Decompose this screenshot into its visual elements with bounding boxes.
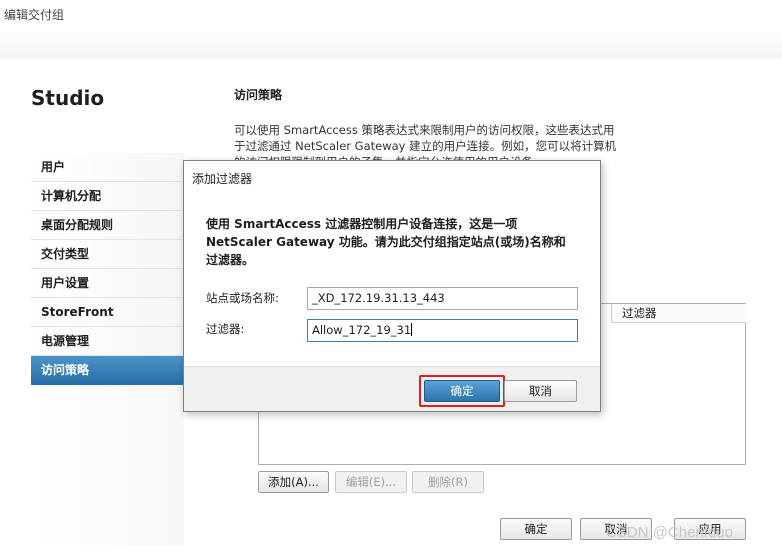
wizard-nav: 用户 计算机分配 桌面分配规则 交付类型 用户设置 StoreFront 电源管… (31, 153, 184, 385)
dialog-message: 使用 SmartAccess 过滤器控制用户设备连接，这是一项 NetScale… (206, 217, 566, 267)
watermark: CSDN @Chenfduo (606, 524, 733, 541)
nav-item-access-policy[interactable]: 访问策略 (31, 356, 184, 385)
nav-item-storefront[interactable]: StoreFront (31, 298, 184, 327)
nav-item-delivery-type[interactable]: 交付类型 (31, 240, 184, 269)
dialog-footer: 确定 取消 (184, 366, 600, 411)
dialog-title: 添加过滤器 (192, 172, 253, 186)
nav-item-users[interactable]: 用户 (31, 153, 184, 182)
window-title: 编辑交付组 (4, 8, 65, 22)
column-header-filter[interactable]: 过滤器 (611, 304, 746, 323)
text-caret (411, 323, 413, 336)
section-title: 访问策略 (234, 88, 283, 102)
nav-background (31, 385, 184, 545)
nav-item-power-management[interactable]: 电源管理 (31, 327, 184, 356)
nav-item-machine-allocation[interactable]: 计算机分配 (31, 182, 184, 211)
site-name-label: 站点或场名称: (206, 291, 279, 305)
delete-button[interactable]: 删除(R) (412, 471, 484, 493)
nav-item-desktop-assignment-rules[interactable]: 桌面分配规则 (31, 211, 184, 240)
add-button[interactable]: 添加(A)... (258, 471, 329, 493)
site-name-input[interactable]: _XD_172.19.31.13_443 (307, 287, 578, 310)
edit-button[interactable]: 编辑(E)... (335, 471, 407, 493)
site-name-value: _XD_172.19.31.13_443 (312, 291, 445, 305)
filter-label: 过滤器: (206, 322, 245, 336)
dialog-cancel-button[interactable]: 取消 (504, 380, 577, 402)
app-title: Studio (31, 86, 105, 110)
filter-input[interactable]: Allow_172_19_31 (307, 319, 578, 342)
top-band (0, 28, 782, 58)
ok-button[interactable]: 确定 (500, 518, 572, 540)
filter-value: Allow_172_19_31 (312, 323, 412, 337)
nav-item-user-settings[interactable]: 用户设置 (31, 269, 184, 298)
dialog-ok-button[interactable]: 确定 (424, 380, 500, 402)
add-filter-dialog: 添加过滤器 使用 SmartAccess 过滤器控制用户设备连接，这是一项 Ne… (183, 160, 601, 412)
